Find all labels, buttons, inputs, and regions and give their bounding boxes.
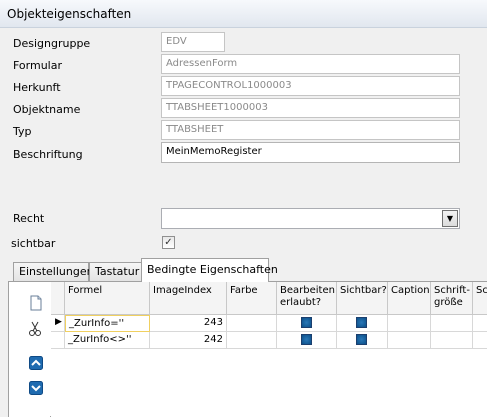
recht-label: Recht: [13, 212, 45, 225]
sichtbar-grid-checkbox[interactable]: [356, 317, 367, 328]
grid-header-caption[interactable]: Caption: [388, 282, 431, 315]
new-document-icon[interactable]: [29, 295, 43, 311]
grid-cell-formel[interactable]: _ZurInfo='': [65, 315, 150, 332]
objektname-field[interactable]: TTABSHEET1000003: [161, 98, 460, 118]
herkunft-field[interactable]: TPAGECONTROL1000003: [161, 76, 460, 96]
row-indicator: [51, 332, 65, 349]
designgruppe-label: Designgruppe: [13, 37, 91, 50]
properties-window: Objekteigenschaften Designgruppe Formula…: [0, 0, 487, 417]
grid-header-farbe[interactable]: Farbe: [227, 282, 277, 315]
formular-field[interactable]: AdressenForm: [161, 54, 460, 74]
grid-cell-schriftgroesse[interactable]: [431, 315, 473, 332]
beschriftung-label: Beschriftung: [13, 148, 83, 161]
conditions-grid: Formel ImageIndex Farbe Bearbeiten erlau…: [51, 282, 487, 417]
herkunft-label: Herkunft: [13, 81, 61, 94]
grid-cell-imageindex[interactable]: 242: [150, 332, 227, 349]
bearbeiten-checkbox[interactable]: [301, 317, 312, 328]
title-bar: Objekteigenschaften: [0, 0, 487, 28]
grid-cell-caption[interactable]: [388, 315, 431, 332]
grid-cell-imageindex[interactable]: 243: [150, 315, 227, 332]
window-title: Objekteigenschaften: [7, 7, 132, 21]
typ-label: Typ: [13, 125, 32, 138]
grid-header-sichtbar[interactable]: Sichtbar?: [337, 282, 388, 315]
grid-cell-farbe[interactable]: [227, 315, 277, 332]
grid-cell-sichtbar[interactable]: [337, 315, 388, 332]
tab-bedingte-eigenschaften[interactable]: Bedingte Eigenschaften: [141, 258, 278, 282]
grid-cell-extra[interactable]: [473, 315, 487, 332]
grid-cell-caption[interactable]: [388, 332, 431, 349]
typ-field[interactable]: TTABSHEET: [161, 120, 460, 140]
grid-cell-extra[interactable]: [473, 332, 487, 349]
sichtbar-label: sichtbar: [11, 237, 56, 250]
sichtbar-grid-checkbox[interactable]: [356, 334, 367, 345]
formular-label: Formular: [13, 59, 63, 72]
chevron-down-icon[interactable]: ▼: [442, 210, 458, 227]
grid-header-schrift[interactable]: Sch: [473, 282, 487, 315]
tab-einstellungen[interactable]: Einstellungen: [13, 262, 94, 281]
grid-header-formel[interactable]: Formel: [65, 282, 150, 315]
grid-header-indicator: [51, 282, 65, 315]
grid-cell-farbe[interactable]: [227, 332, 277, 349]
move-up-icon[interactable]: [29, 356, 43, 370]
cut-icon[interactable]: [28, 321, 42, 337]
row-indicator-icon: ▶: [51, 315, 65, 332]
tab-tastatur[interactable]: Tastatur: [89, 262, 142, 281]
grid-cell-formel[interactable]: _ZurInfo<>'': [65, 332, 150, 349]
grid-header-schriftgroesse[interactable]: Schrift-größe: [431, 282, 473, 315]
beschriftung-field[interactable]: MeinMemoRegister: [161, 142, 460, 163]
grid-header-imageindex[interactable]: ImageIndex: [150, 282, 227, 315]
recht-select[interactable]: ▼: [161, 208, 460, 229]
grid-header-bearbeiten[interactable]: Bearbeiten erlaubt?: [277, 282, 337, 315]
bearbeiten-checkbox[interactable]: [301, 334, 312, 345]
grid-cell-schriftgroesse[interactable]: [431, 332, 473, 349]
designgruppe-field[interactable]: EDV: [161, 32, 225, 52]
objektname-label: Objektname: [13, 103, 81, 116]
grid-toolbar: [9, 282, 50, 417]
sichtbar-checkbox[interactable]: ✓: [162, 236, 175, 249]
move-down-icon[interactable]: [29, 381, 43, 395]
grid-cell-bearbeiten[interactable]: [277, 332, 337, 349]
grid-cell-sichtbar[interactable]: [337, 332, 388, 349]
grid-cell-bearbeiten[interactable]: [277, 315, 337, 332]
